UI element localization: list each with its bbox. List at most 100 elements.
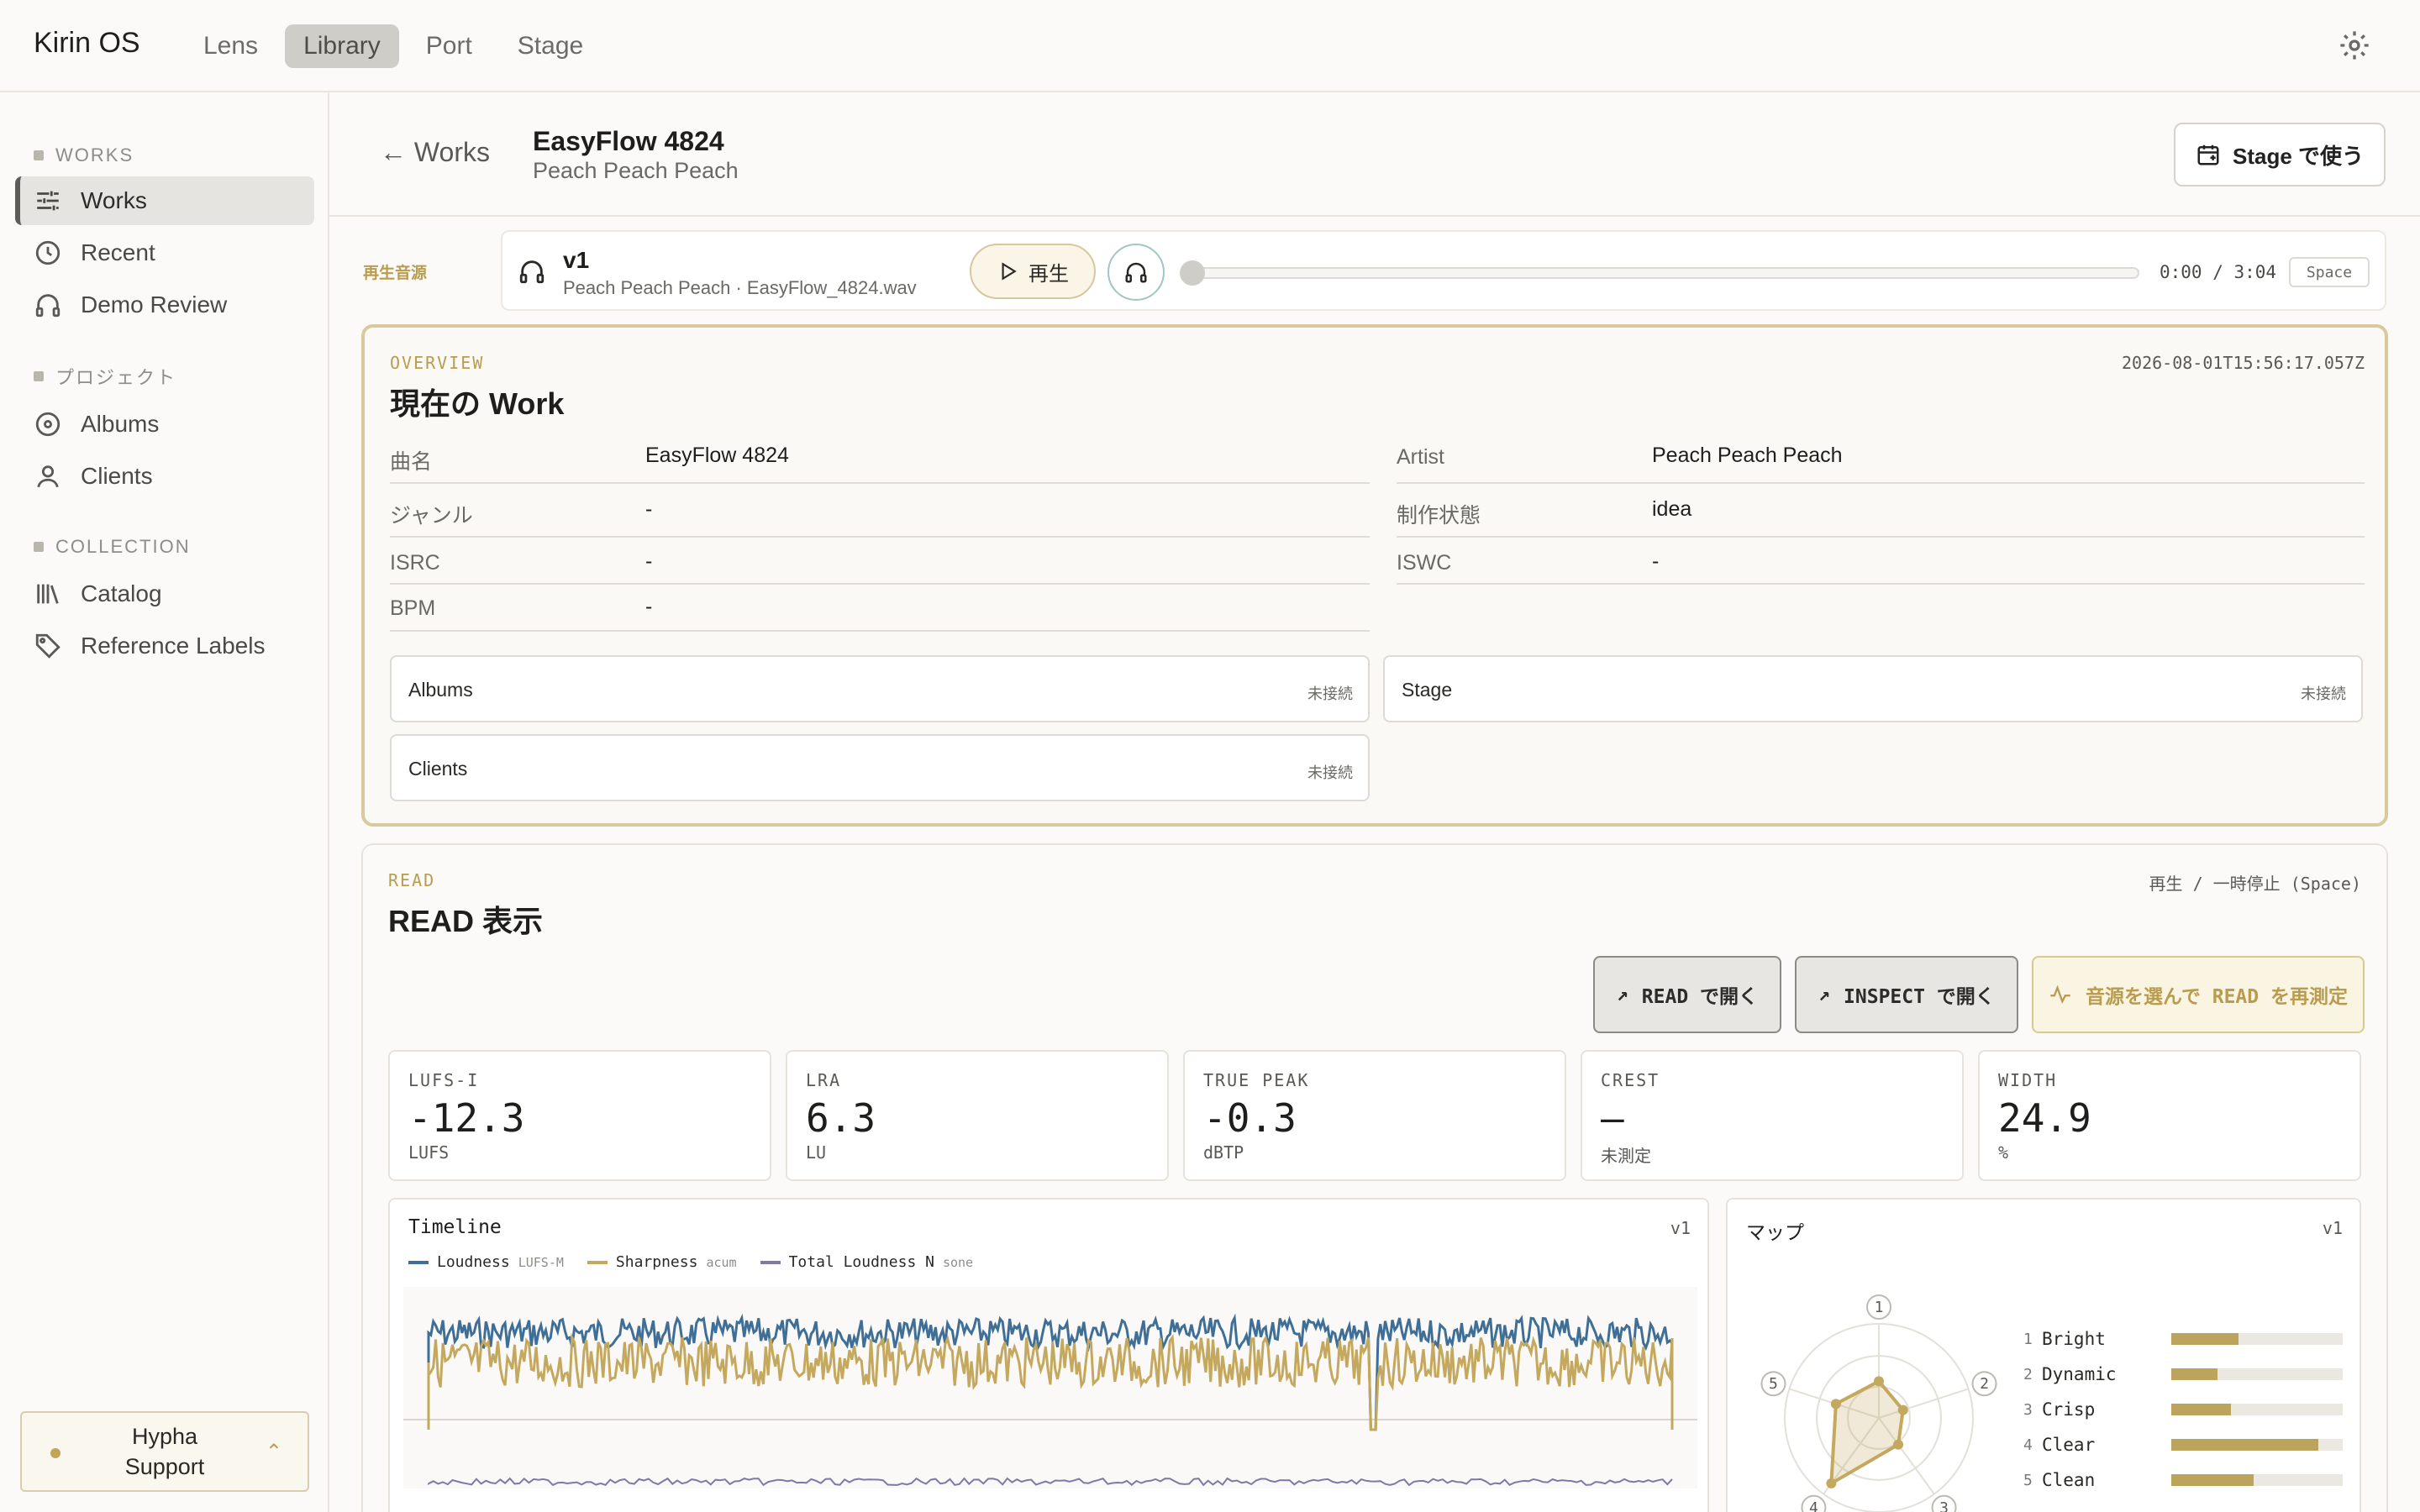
chevron-up-icon: ⌃ — [265, 1441, 282, 1463]
user-icon — [37, 465, 59, 488]
field-value: - — [645, 549, 653, 573]
map-index: 1 — [2023, 1330, 2033, 1348]
radar-axis-label: 2 — [1980, 1375, 1989, 1393]
radar-axis-label: 1 — [1875, 1299, 1884, 1316]
sidebar-item-label: Demo Review — [81, 291, 228, 318]
library-icon — [37, 584, 59, 604]
play-icon — [1002, 262, 1017, 281]
link-albums[interactable]: Albums 未接続 — [390, 655, 1370, 722]
sidebar-item-label: Works — [81, 187, 147, 213]
divider — [329, 215, 2420, 217]
link-status: 未接続 — [1307, 685, 1353, 702]
link-status: 未接続 — [1307, 764, 1353, 781]
support-button[interactable]: Hypha Support ⌃ — [20, 1411, 309, 1492]
arrow-up-right-icon: ↗ — [1818, 984, 1831, 1005]
plot-background — [403, 1287, 1697, 1488]
map-row: 2 Dynamic — [2023, 1364, 2343, 1384]
sidebar-item-clients[interactable]: Clients — [15, 452, 314, 501]
field-row: 曲名 EasyFlow 4824 — [390, 433, 1370, 484]
legend-unit: LUFS-M — [518, 1254, 564, 1270]
legend-unit: sone — [942, 1254, 974, 1270]
metric-value: 6.3 — [806, 1095, 876, 1141]
sidebar-item-reference-labels[interactable]: Reference Labels — [15, 622, 314, 670]
monitor-button[interactable] — [1107, 244, 1165, 301]
tab-stage[interactable]: Stage — [499, 24, 602, 68]
sidebar-item-demo-review[interactable]: Demo Review — [15, 281, 314, 329]
radar-point — [1893, 1439, 1904, 1450]
play-button[interactable]: 再生 — [970, 244, 1096, 299]
field-row: ISWC - — [1397, 539, 2365, 585]
timeline-legend: Loudness LUFS-M Sharpness acum Total Loudn… — [408, 1253, 973, 1271]
map-bar-fill — [2171, 1404, 2232, 1415]
metric-label: CREST — [1601, 1070, 1660, 1090]
read-hint: 再生 / 一時停止 (Space) — [2149, 874, 2361, 894]
timeline-title: Timeline — [408, 1216, 502, 1238]
overview-kicker: OVERVIEW — [390, 353, 485, 373]
section-marker — [34, 371, 44, 381]
seek-handle[interactable] — [1180, 260, 1205, 286]
action-label: READ で開く — [1641, 986, 1759, 1008]
use-in-stage-label: Stage で使う — [2232, 143, 2365, 169]
sidebar-section-projects: プロジェクト — [34, 363, 176, 390]
tab-library[interactable]: Library — [285, 24, 399, 68]
tab-port[interactable]: Port — [408, 24, 491, 68]
link-name: Clients — [408, 758, 468, 780]
radar-point — [1830, 1399, 1841, 1410]
headphones-icon — [1125, 262, 1147, 283]
map-index: 5 — [2023, 1471, 2033, 1489]
field-key: 曲名 — [390, 450, 433, 474]
section-label: COLLECTION — [55, 536, 191, 557]
metric-lufs-i: LUFS-I -12.3 LUFS — [388, 1050, 771, 1181]
source-label: 再生音源 — [363, 265, 428, 282]
sidebar-item-catalog[interactable]: Catalog — [15, 570, 314, 618]
tab-lens[interactable]: Lens — [185, 24, 276, 68]
field-value: - — [645, 497, 653, 521]
section-marker — [34, 150, 44, 160]
open-inspect-button[interactable]: ↗ INSPECT で開く — [1795, 956, 2018, 1033]
read-title: READ 表示 — [388, 904, 544, 938]
tag-icon — [35, 633, 60, 659]
map-index: 2 — [2023, 1365, 2033, 1383]
page-title: EasyFlow 4824 — [533, 126, 724, 156]
radar-point — [1874, 1376, 1884, 1387]
headphones-icon — [519, 260, 544, 284]
map-panel: マップ v1 1 2 3 4 5 1 Bright 2 Dynamic 3 Crisp 4 Cl… — [1726, 1198, 2361, 1512]
legend-swatch — [587, 1260, 608, 1264]
field-row: ジャンル - — [390, 487, 1370, 538]
read-card: READ READ 表示 再生 / 一時停止 (Space) ↗ READ で開… — [361, 843, 2388, 1512]
open-read-button[interactable]: ↗ READ で開く — [1593, 956, 1781, 1033]
legend-loudness: Loudness LUFS-M — [408, 1253, 564, 1271]
legend-unit: acum — [706, 1254, 737, 1270]
play-label: 再生 — [1028, 262, 1069, 286]
sidebar-section-works: WORKS — [34, 144, 134, 166]
metric-unit: LUFS — [408, 1142, 450, 1163]
activity-icon — [2050, 984, 2070, 1005]
read-kicker: READ — [388, 870, 436, 890]
map-bar — [2171, 1368, 2343, 1380]
sidebar-item-works[interactable]: Works — [15, 176, 314, 225]
calendar-icon — [2197, 144, 2219, 165]
map-row: 1 Bright — [2023, 1329, 2343, 1349]
back-link[interactable]: ← Works — [380, 137, 490, 168]
map-title: マップ — [1746, 1222, 1804, 1244]
field-value: - — [1652, 549, 1660, 573]
playback-time: 0:00 / 3:04 — [2160, 262, 2277, 282]
seek-bar[interactable] — [1185, 267, 2139, 279]
map-version: v1 — [2322, 1218, 2343, 1238]
sidebar-item-albums[interactable]: Albums — [15, 400, 314, 449]
metric-label: WIDTH — [1998, 1070, 2058, 1090]
sidebar-item-recent[interactable]: Recent — [15, 228, 314, 277]
field-row: 制作状態 idea — [1397, 487, 2365, 538]
support-label: Hypha Support — [125, 1421, 205, 1482]
use-in-stage-button[interactable]: Stage で使う — [2174, 123, 2386, 186]
map-row: 3 Crisp — [2023, 1399, 2343, 1420]
remeasure-button[interactable]: 音源を選んで READ を再測定 — [2032, 956, 2365, 1033]
file-label: Peach Peach Peach · EasyFlow_4824.wav — [563, 277, 917, 298]
link-stage[interactable]: Stage 未接続 — [1383, 655, 2363, 722]
map-row: 4 Clear — [2023, 1435, 2343, 1455]
section-marker — [34, 542, 44, 552]
gear-icon[interactable] — [2338, 29, 2371, 62]
link-name: Albums — [408, 679, 473, 701]
map-index: 3 — [2023, 1400, 2033, 1419]
link-clients[interactable]: Clients 未接続 — [390, 734, 1370, 801]
